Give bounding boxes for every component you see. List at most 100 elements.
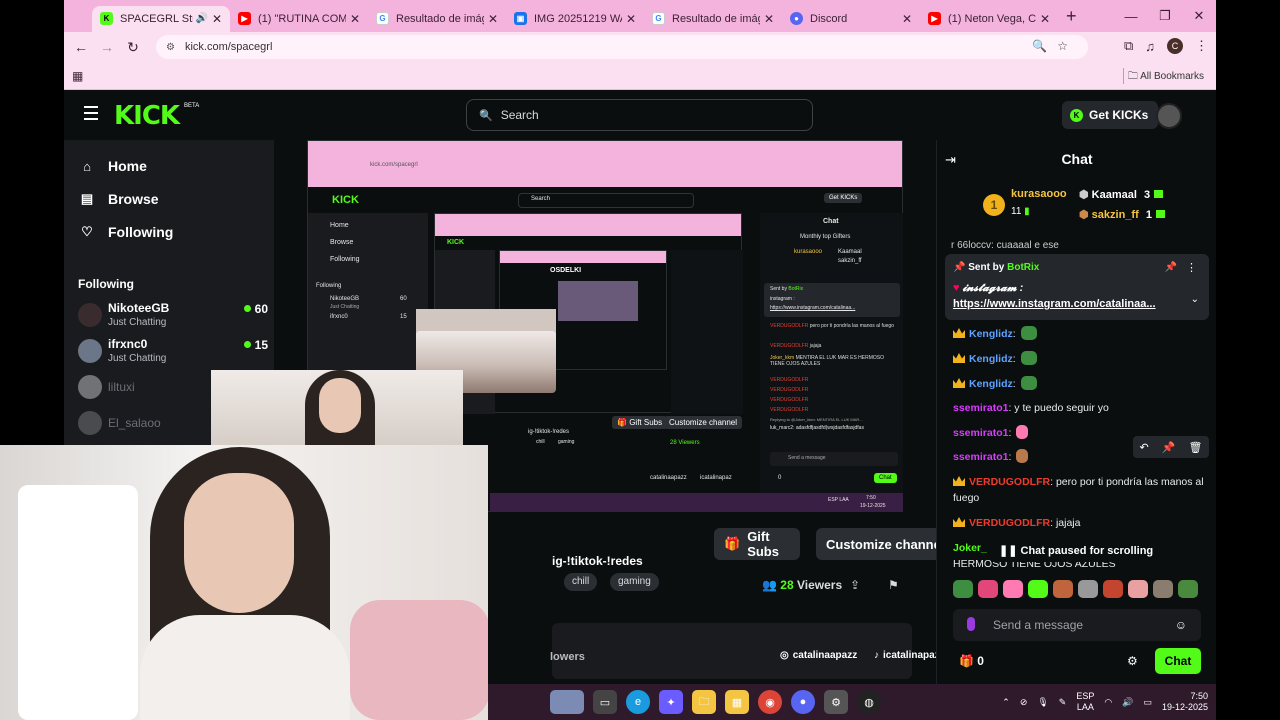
chat-username[interactable]: VERDUGODLFR bbox=[969, 517, 1050, 529]
tag-gaming[interactable]: gaming bbox=[610, 573, 659, 591]
chat-username[interactable]: Kenglidz bbox=[969, 353, 1013, 365]
store-icon[interactable]: ▦ bbox=[725, 690, 749, 714]
close-window-icon[interactable]: ✕ bbox=[1182, 0, 1216, 32]
cat2-emote-icon[interactable] bbox=[1153, 580, 1173, 598]
tab-kick[interactable]: K SPACEGRL Strean 🔊 ✕ bbox=[92, 5, 230, 32]
media-icon[interactable]: ♫ bbox=[1145, 39, 1155, 54]
audio-icon[interactable]: 🔊 bbox=[195, 13, 207, 24]
close-tab-icon[interactable]: ✕ bbox=[902, 12, 912, 26]
task-view-icon[interactable]: ▭ bbox=[593, 690, 617, 714]
ribbon-emote-icon[interactable] bbox=[1003, 580, 1023, 598]
heart-emote-icon[interactable] bbox=[978, 580, 998, 598]
close-tab-icon[interactable]: ✕ bbox=[488, 12, 498, 26]
gifter-entry[interactable]: ⬢ sakzin_ff 1 bbox=[1079, 208, 1165, 221]
battery-icon[interactable]: ▭ bbox=[1143, 697, 1152, 708]
network-off-icon[interactable]: ⊘ bbox=[1020, 697, 1028, 708]
chat-username[interactable]: Joker_ bbox=[953, 542, 987, 554]
pen-icon[interactable]: ✎ bbox=[1059, 697, 1067, 708]
following-item[interactable]: NikoteeGB Just Chatting 60 bbox=[78, 301, 268, 331]
close-tab-icon[interactable]: ✕ bbox=[212, 12, 222, 26]
kick-logo[interactable]: KICK bbox=[114, 101, 180, 131]
chat-username[interactable]: ssemirato1 bbox=[953, 451, 1008, 463]
tab-discord[interactable]: ● Discord ✕ bbox=[782, 6, 920, 32]
edge-icon[interactable]: e bbox=[626, 690, 650, 714]
pepe-emote-icon[interactable] bbox=[953, 580, 973, 598]
tab-drive[interactable]: ▣ IMG 20251219 WA00 ✕ bbox=[506, 6, 644, 32]
chrome-icon[interactable]: ◉ bbox=[758, 690, 782, 714]
gifter-entry[interactable]: ⬢ Kaamaal 3 bbox=[1079, 188, 1164, 201]
chat-username[interactable]: ssemirato1 bbox=[953, 402, 1008, 414]
clock[interactable]: 7:50 19-12-2025 bbox=[1162, 691, 1208, 713]
discord-icon[interactable]: ● bbox=[791, 690, 815, 714]
tag-chill[interactable]: chill bbox=[564, 573, 598, 591]
copilot-icon[interactable]: ✦ bbox=[659, 690, 683, 714]
apps-icon[interactable]: ▦ bbox=[72, 69, 83, 83]
blush-emote-icon[interactable] bbox=[1128, 580, 1148, 598]
send-chat-button[interactable]: Chat bbox=[1155, 648, 1201, 674]
pepe2-emote-icon[interactable] bbox=[1178, 580, 1198, 598]
chat-username[interactable]: Kenglidz bbox=[969, 378, 1013, 390]
restore-icon[interactable]: ❐ bbox=[1148, 0, 1182, 32]
nav-home[interactable]: ⌂ Home bbox=[80, 158, 147, 174]
share-icon[interactable]: ⇪ bbox=[850, 578, 860, 592]
instagram-link[interactable]: ◎ catalinaapazz bbox=[780, 650, 857, 661]
file-explorer-icon[interactable]: 🗀 bbox=[692, 690, 716, 714]
following-item[interactable]: ifrxnc0 Just Chatting 15 bbox=[78, 337, 268, 367]
tab-youtube-2[interactable]: ▶ (1) Neton Vega, Chi ✕ bbox=[920, 6, 1058, 32]
widgets-icon[interactable] bbox=[550, 690, 584, 714]
microphone-icon[interactable] bbox=[967, 617, 975, 631]
more-options-icon[interactable]: ⋮ bbox=[1186, 261, 1197, 274]
chevron-up-icon[interactable]: ⌃ bbox=[1002, 697, 1010, 708]
user-avatar[interactable] bbox=[1156, 103, 1182, 129]
close-tab-icon[interactable]: ✕ bbox=[764, 12, 774, 26]
language-indicator[interactable]: ESP LAA bbox=[1076, 691, 1094, 713]
close-tab-icon[interactable]: ✕ bbox=[626, 12, 636, 26]
wifi-icon[interactable]: ◠ bbox=[1104, 697, 1112, 708]
get-kicks-button[interactable]: K Get KICKs bbox=[1062, 101, 1159, 129]
tab-google-2[interactable]: G Resultado de imágen ✕ bbox=[644, 6, 782, 32]
reload-icon[interactable]: ↻ bbox=[120, 39, 146, 56]
search-input[interactable]: 🔍 Search bbox=[466, 99, 813, 131]
site-info-icon[interactable]: ⚙ bbox=[166, 42, 175, 53]
kicks-balance[interactable]: 🎁 0 bbox=[959, 654, 984, 668]
mic-icon[interactable]: 🎙 bbox=[1037, 697, 1048, 708]
close-tab-icon[interactable]: ✕ bbox=[350, 12, 360, 26]
zoom-bookmark-icons[interactable]: 🔍☆ bbox=[1032, 39, 1078, 53]
delete-icon[interactable]: 🗑 bbox=[1189, 441, 1203, 454]
tiktok-link[interactable]: ♪ icatalinapaz bbox=[874, 650, 940, 661]
tab-google-1[interactable]: G Resultado de imágen ✕ bbox=[368, 6, 506, 32]
settings-icon[interactable]: ⚙ bbox=[824, 690, 848, 714]
report-user-icon[interactable]: ⚑ bbox=[888, 578, 899, 592]
close-tab-icon[interactable]: ✕ bbox=[1040, 12, 1050, 26]
obs-icon[interactable]: ◍ bbox=[857, 690, 881, 714]
all-bookmarks[interactable]: 🗀 All Bookmarks bbox=[1128, 69, 1204, 86]
chat-input[interactable]: Send a message ☺ bbox=[953, 609, 1201, 641]
nav-following[interactable]: ♡ Following bbox=[80, 224, 173, 240]
chat-username[interactable]: Kenglidz bbox=[969, 328, 1013, 340]
chat-username[interactable]: VERDUGODLFR bbox=[969, 476, 1050, 488]
minimize-icon[interactable]: — bbox=[1114, 0, 1148, 32]
chat-username[interactable]: ssemirato1 bbox=[953, 427, 1008, 439]
kick-emote-icon[interactable] bbox=[1028, 580, 1048, 598]
extensions-icon[interactable]: ⧉ bbox=[1124, 38, 1133, 54]
back-icon[interactable]: ← bbox=[68, 39, 94, 55]
emoji-icon[interactable]: ☺ bbox=[1175, 618, 1187, 632]
chevron-down-icon[interactable]: ⌄ bbox=[1191, 294, 1199, 305]
tab-youtube-1[interactable]: ▶ (1) "RUTINA COMPL ✕ bbox=[230, 6, 368, 32]
unpin-icon[interactable]: 📌 bbox=[1165, 262, 1177, 273]
reply-icon[interactable]: ↶ bbox=[1140, 441, 1149, 454]
face-emote-icon[interactable] bbox=[1053, 580, 1073, 598]
hand-emote-icon[interactable] bbox=[1103, 580, 1123, 598]
chat-settings-icon[interactable]: ⚙ bbox=[1127, 654, 1138, 668]
menu-icon[interactable]: ⋮ bbox=[1195, 38, 1208, 54]
profile-avatar[interactable]: C bbox=[1167, 38, 1183, 54]
chat-paused-banner[interactable]: ❚❚ Chat paused for scrolling bbox=[991, 540, 1162, 562]
gift-subs-button[interactable]: 🎁 Gift Subs bbox=[714, 528, 800, 560]
pinned-link[interactable]: https://www.instagram.com/catalinaa... bbox=[953, 298, 1179, 310]
nav-browse[interactable]: ▤ Browse bbox=[80, 191, 159, 207]
pin-message-icon[interactable]: 📌 bbox=[1162, 441, 1176, 454]
new-tab-button[interactable]: + bbox=[1066, 6, 1077, 27]
address-bar[interactable]: ⚙ kick.com/spacegrl 🔍☆ bbox=[156, 35, 1088, 59]
volume-icon[interactable]: 🔊 bbox=[1122, 697, 1133, 708]
hamburger-icon[interactable] bbox=[84, 106, 98, 124]
